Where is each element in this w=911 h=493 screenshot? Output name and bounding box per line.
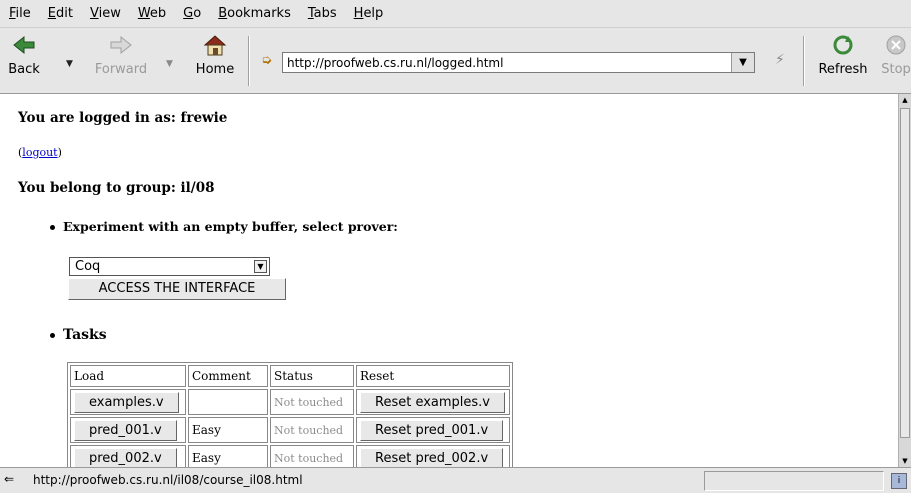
menu-tabs[interactable]: Tabs bbox=[299, 6, 345, 21]
header-load: Load bbox=[70, 365, 186, 387]
home-icon bbox=[203, 35, 227, 56]
load-cell: pred_001.v bbox=[70, 417, 186, 443]
status-cell: Not touched bbox=[270, 445, 354, 467]
prover-select[interactable]: Coq ▼ bbox=[69, 257, 270, 276]
connection-icon: ⇐ bbox=[4, 472, 15, 486]
back-arrow-icon bbox=[13, 35, 35, 55]
menu-view[interactable]: View bbox=[81, 6, 129, 21]
menu-file[interactable]: File bbox=[0, 6, 39, 21]
page-content: You are logged in as: frewie (logout) Yo… bbox=[0, 94, 898, 467]
logout-line: (logout) bbox=[18, 146, 62, 159]
menu-web[interactable]: Web bbox=[129, 6, 174, 21]
toolbar-separator bbox=[248, 36, 250, 86]
tasks-table: Load Comment Status Reset examples.v Not… bbox=[67, 362, 513, 467]
table-header-row: Load Comment Status Reset bbox=[70, 365, 510, 387]
status-text: http://proofweb.cs.ru.nl/il08/course_il0… bbox=[33, 473, 303, 487]
scroll-up-icon[interactable]: ▲ bbox=[900, 94, 910, 106]
stop-icon bbox=[886, 35, 906, 55]
menubar: File Edit View Web Go Bookmarks Tabs Hel… bbox=[0, 0, 911, 28]
header-reset: Reset bbox=[356, 365, 510, 387]
url-input[interactable] bbox=[283, 55, 721, 70]
comment-cell bbox=[188, 389, 268, 415]
vertical-scrollbar[interactable]: ▲ ▼ bbox=[898, 94, 911, 467]
comment-cell: Easy bbox=[188, 417, 268, 443]
menu-go[interactable]: Go bbox=[174, 6, 209, 21]
chevron-down-icon: ▼ bbox=[254, 260, 267, 273]
refresh-icon bbox=[833, 35, 853, 55]
reset-cell: Reset pred_001.v bbox=[356, 417, 510, 443]
toolbar-separator bbox=[803, 36, 805, 86]
url-history-dropdown-icon[interactable]: ▼ bbox=[731, 53, 754, 72]
group-text: You belong to group: il/08 bbox=[18, 180, 215, 196]
status-cell: Not touched bbox=[270, 417, 354, 443]
forward-history-dropdown-icon[interactable]: ▼ bbox=[166, 59, 173, 69]
back-button[interactable]: Back bbox=[2, 34, 46, 77]
status-bar: ⇐ http://proofweb.cs.ru.nl/il08/course_i… bbox=[0, 467, 911, 493]
load-cell: examples.v bbox=[70, 389, 186, 415]
forward-arrow-icon bbox=[110, 35, 132, 55]
home-button[interactable]: Home bbox=[192, 34, 238, 77]
table-row: examples.v Not touched Reset examples.v bbox=[70, 389, 510, 415]
bullet-icon bbox=[50, 332, 55, 338]
go-icon[interactable]: ⚡ bbox=[775, 52, 785, 68]
reset-file-button[interactable]: Reset pred_001.v bbox=[360, 419, 504, 441]
header-status: Status bbox=[270, 365, 354, 387]
header-comment: Comment bbox=[188, 365, 268, 387]
menu-edit[interactable]: Edit bbox=[39, 6, 81, 21]
load-file-button[interactable]: examples.v bbox=[74, 391, 179, 413]
access-interface-button[interactable]: ACCESS THE INTERFACE bbox=[68, 278, 286, 300]
refresh-button[interactable]: Refresh bbox=[814, 34, 872, 77]
url-bar[interactable]: ▼ bbox=[282, 52, 755, 73]
back-history-dropdown-icon[interactable]: ▼ bbox=[66, 59, 73, 69]
status-cell: Not touched bbox=[270, 389, 354, 415]
menu-help[interactable]: Help bbox=[345, 6, 392, 21]
scroll-down-icon[interactable]: ▼ bbox=[900, 455, 910, 467]
load-file-button[interactable]: pred_002.v bbox=[74, 447, 177, 467]
menu-bookmarks[interactable]: Bookmarks bbox=[209, 6, 299, 21]
security-icon[interactable]: i bbox=[891, 473, 907, 489]
comment-cell: Easy bbox=[188, 445, 268, 467]
logged-in-text: You are logged in as: frewie bbox=[18, 110, 228, 126]
forward-button[interactable]: Forward bbox=[88, 34, 154, 77]
stop-button[interactable]: Stop bbox=[876, 34, 911, 77]
load-file-button[interactable]: pred_001.v bbox=[74, 419, 177, 441]
progress-panel bbox=[704, 471, 884, 491]
table-row: pred_001.v Easy Not touched Reset pred_0… bbox=[70, 417, 510, 443]
reset-cell: Reset examples.v bbox=[356, 389, 510, 415]
scrollbar-thumb[interactable] bbox=[900, 108, 910, 438]
navigation-toolbar: Back ▼ Forward ▼ Home ➭ ▼ ⚡ Refresh Stop bbox=[0, 28, 911, 94]
reset-file-button[interactable]: Reset pred_002.v bbox=[360, 447, 504, 467]
page-proxy-icon[interactable]: ➭ bbox=[261, 53, 272, 68]
bullet-icon bbox=[50, 225, 55, 230]
load-cell: pred_002.v bbox=[70, 445, 186, 467]
reset-cell: Reset pred_002.v bbox=[356, 445, 510, 467]
experiment-item: Experiment with an empty buffer, select … bbox=[50, 219, 398, 234]
reset-file-button[interactable]: Reset examples.v bbox=[360, 391, 506, 413]
tasks-item: Tasks bbox=[50, 327, 107, 343]
table-row: pred_002.v Easy Not touched Reset pred_0… bbox=[70, 445, 510, 467]
logout-link[interactable]: logout bbox=[22, 146, 57, 159]
